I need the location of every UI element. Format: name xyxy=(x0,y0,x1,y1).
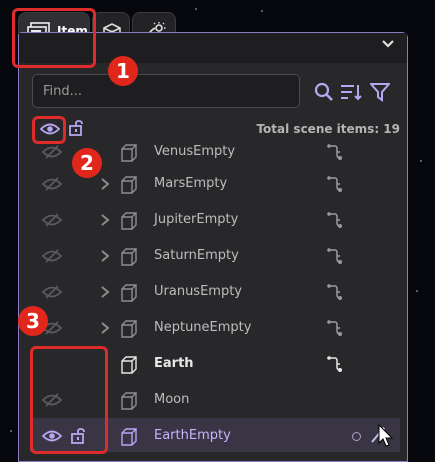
chevron-down-icon[interactable] xyxy=(381,39,395,49)
item-name: Earth xyxy=(154,356,194,371)
annotation-highlight-3 xyxy=(30,346,108,454)
controller-icon xyxy=(327,320,342,336)
total-scene-items: Total scene items: 19 xyxy=(256,122,400,136)
cube-icon xyxy=(121,428,137,446)
eye-hidden-icon[interactable] xyxy=(42,213,62,227)
controller-icon xyxy=(327,176,342,192)
cube-icon xyxy=(121,320,137,338)
search-icon[interactable] xyxy=(314,82,334,102)
annotation-badge-1: 1 xyxy=(108,56,138,86)
item-name: VenusEmpty xyxy=(154,144,236,159)
item-name: MarsEmpty xyxy=(154,176,228,191)
controller-icon xyxy=(327,144,342,160)
annotation-badge-3: 3 xyxy=(18,306,48,336)
list-item[interactable]: NeptuneEmpty xyxy=(30,310,400,346)
cube-icon xyxy=(121,212,137,230)
item-name: NeptuneEmpty xyxy=(154,320,252,335)
item-name: EarthEmpty xyxy=(154,428,231,443)
list-item[interactable]: JupiterEmpty xyxy=(30,202,400,238)
eye-hidden-icon[interactable] xyxy=(42,249,62,263)
cube-icon xyxy=(121,176,137,194)
mouse-cursor-icon xyxy=(378,424,394,447)
lock-icon[interactable] xyxy=(68,120,84,136)
annotation-badge-2: 2 xyxy=(72,148,102,178)
eye-hidden-icon[interactable] xyxy=(42,285,62,299)
item-name: UranusEmpty xyxy=(154,284,242,299)
cube-icon xyxy=(121,144,137,162)
record-dot-icon[interactable] xyxy=(352,432,361,441)
controller-icon xyxy=(327,248,342,264)
controller-icon xyxy=(327,356,342,372)
controller-icon xyxy=(327,284,342,300)
eye-hidden-icon[interactable] xyxy=(42,145,62,159)
chevron-right-icon[interactable] xyxy=(100,178,110,190)
eye-hidden-icon[interactable] xyxy=(42,177,62,191)
item-name: SaturnEmpty xyxy=(154,248,239,263)
cube-icon xyxy=(121,356,137,374)
chevron-right-icon[interactable] xyxy=(100,250,110,262)
annotation-highlight-1 xyxy=(12,8,96,68)
chevron-right-icon[interactable] xyxy=(100,322,110,334)
chevron-right-icon[interactable] xyxy=(100,214,110,226)
item-name: Moon xyxy=(154,392,190,407)
summary-row: Total scene items: 19 xyxy=(30,116,408,142)
cube-icon xyxy=(121,284,137,302)
list-item[interactable]: UranusEmpty xyxy=(30,274,400,310)
list-item[interactable]: SaturnEmpty xyxy=(30,238,400,274)
filter-icon[interactable] xyxy=(370,82,390,102)
cube-icon xyxy=(121,392,137,410)
chevron-right-icon[interactable] xyxy=(100,286,110,298)
controller-icon xyxy=(327,212,342,228)
annotation-highlight-2 xyxy=(32,116,66,144)
item-name: JupiterEmpty xyxy=(154,212,239,227)
sort-icon[interactable] xyxy=(340,82,362,102)
cube-icon xyxy=(121,248,137,266)
search-input[interactable] xyxy=(32,74,300,108)
